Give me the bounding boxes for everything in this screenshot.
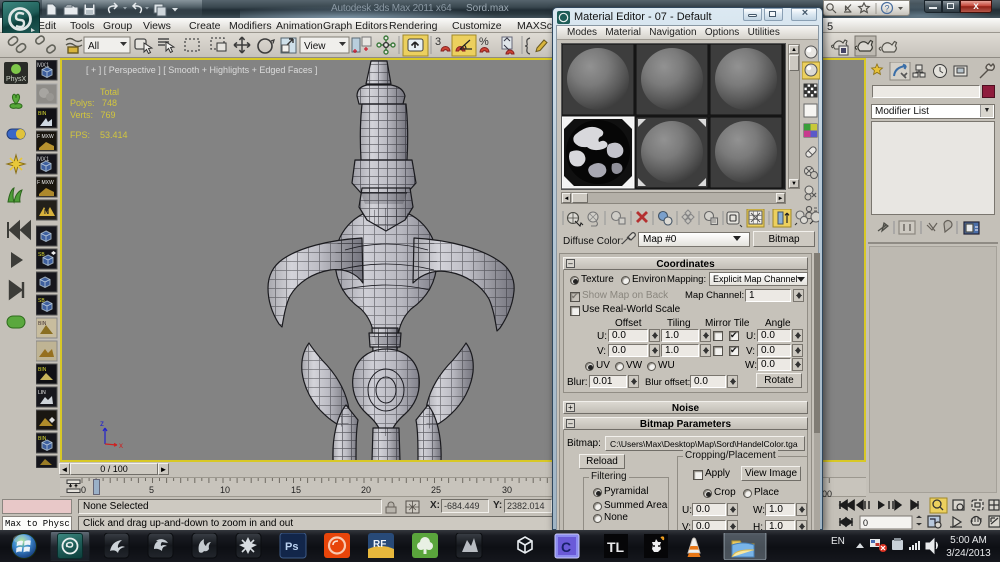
svg-text:PhysX: PhysX [6,76,27,83]
svg-text:View: View [304,41,326,52]
svg-text:x: x [119,441,123,450]
svg-text:LIN: LIN [38,390,46,396]
svg-text:RF: RF [373,539,386,550]
svg-text:All: All [88,41,99,52]
svg-text:BIN: BIN [38,367,47,373]
svg-text:F MXW: F MXW [37,134,54,140]
svg-text:3: 3 [435,36,441,48]
svg-text:0: 0 [863,518,868,528]
svg-text:?: ? [884,4,889,14]
svg-text:z: z [100,419,104,428]
svg-text:TL: TL [607,539,625,555]
svg-text:C: C [561,539,571,555]
svg-text:%: % [479,36,489,48]
svg-text:F MXW: F MXW [37,180,54,186]
svg-text:BIN: BIN [38,111,47,117]
svg-text:Ps: Ps [285,541,298,553]
svg-text:N: N [44,209,49,216]
svg-text:BIN: BIN [38,321,47,327]
